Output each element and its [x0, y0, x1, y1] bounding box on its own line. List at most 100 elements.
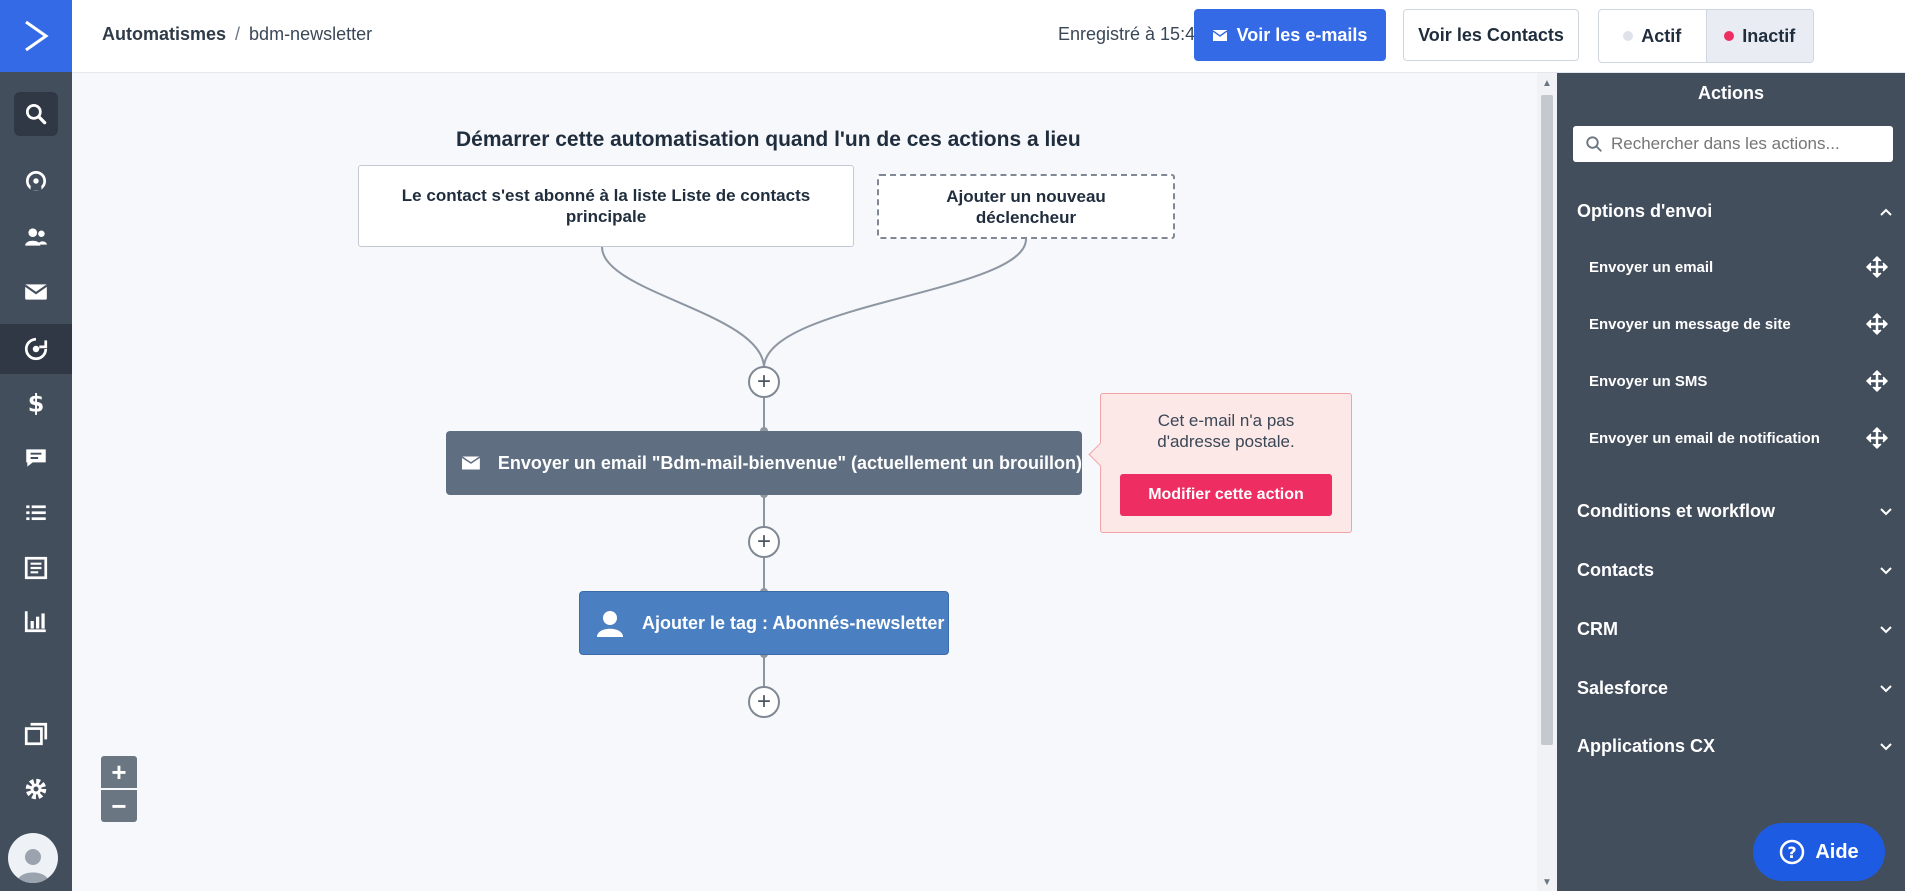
section-cx-apps[interactable]: Applications CX — [1577, 736, 1893, 757]
action-tag-label: Ajouter le tag : Abonnés-newsletter — [642, 612, 945, 633]
chevron-down-icon — [1880, 566, 1892, 574]
zoom-out-button[interactable]: − — [101, 790, 137, 822]
view-emails-label: Voir les e-mails — [1236, 24, 1368, 45]
automation-canvas[interactable]: Démarrer cette automatisation quand l'un… — [72, 73, 1537, 891]
mail-icon — [462, 456, 480, 470]
status-inactive-option[interactable]: Inactif — [1705, 10, 1813, 62]
view-contacts-button[interactable]: Voir les Contacts — [1403, 9, 1579, 61]
nav-settings[interactable] — [10, 766, 62, 812]
add-trigger-label: Ajouter un nouveau déclencheur — [946, 186, 1106, 227]
chevron-down-icon — [1880, 625, 1892, 633]
section-send-options[interactable]: Options d'envoi — [1577, 201, 1893, 222]
add-trigger-button[interactable]: Ajouter un nouveau déclencheur — [877, 174, 1175, 239]
chevron-up-icon — [1880, 208, 1892, 216]
nav-lists[interactable] — [10, 490, 62, 536]
edit-action-button[interactable]: Modifier cette action — [1120, 474, 1332, 516]
trigger-main-label: Le contact s'est abonné à la liste Liste… — [401, 186, 811, 226]
action-item-label: Envoyer un email — [1589, 258, 1714, 276]
breadcrumb-current: bdm-newsletter — [249, 24, 373, 44]
nav-contacts[interactable] — [10, 214, 62, 260]
chevron-down-icon — [1880, 507, 1892, 515]
actions-search — [1573, 126, 1893, 162]
canvas-title: Démarrer cette automatisation quand l'un… — [456, 128, 1081, 151]
nav-search[interactable] — [14, 92, 58, 136]
bar-chart-icon — [24, 611, 46, 633]
list-icon — [26, 505, 46, 521]
scroll-up-icon[interactable]: ▲ — [1541, 78, 1553, 90]
nav-deals[interactable]: $ — [10, 380, 62, 426]
drag-move-icon[interactable] — [1865, 312, 1889, 336]
warning-text: Cet e-mail n'a pas d'adresse postale. — [1157, 411, 1295, 451]
saved-status: Enregistré à 15:42 — [1058, 24, 1206, 44]
action-item-send-site-message[interactable]: Envoyer un message de site — [1589, 312, 1889, 336]
action-item-label: Envoyer un message de site — [1589, 315, 1791, 333]
section-label: Conditions et workflow — [1577, 501, 1775, 521]
status-active-option[interactable]: Actif — [1599, 10, 1706, 62]
actions-search-input[interactable] — [1609, 133, 1893, 155]
user-icon — [17, 849, 49, 883]
gear-icon — [25, 778, 47, 800]
status-active-label: Actif — [1641, 25, 1682, 46]
section-label: Salesforce — [1577, 678, 1669, 698]
nav-reports[interactable] — [10, 598, 62, 644]
action-item-send-email[interactable]: Envoyer un email — [1589, 255, 1889, 279]
dashboard-icon — [25, 170, 47, 192]
section-label: Contacts — [1577, 560, 1655, 580]
app-logo[interactable] — [0, 0, 72, 72]
breadcrumb-separator: / — [235, 24, 241, 44]
left-navigation: $ — [0, 0, 72, 891]
section-salesforce[interactable]: Salesforce — [1577, 678, 1893, 699]
nav-automations[interactable] — [0, 324, 72, 374]
search-icon — [1586, 136, 1602, 152]
contacts-icon — [25, 228, 47, 246]
form-icon — [24, 556, 48, 580]
active-dot-icon — [1623, 31, 1634, 41]
help-label: Aide — [1815, 840, 1859, 863]
logo-chevron-icon — [25, 20, 49, 52]
nav-conversations[interactable] — [10, 435, 62, 481]
canvas-scrollbar-thumb[interactable] — [1541, 95, 1553, 745]
scroll-down-icon[interactable]: ▼ — [1541, 877, 1553, 889]
section-label: CRM — [1577, 619, 1618, 639]
inactive-dot-icon — [1724, 31, 1735, 41]
action-item-send-sms[interactable]: Envoyer un SMS — [1589, 369, 1889, 393]
add-step-button-2[interactable]: + — [748, 526, 780, 558]
nav-windows[interactable] — [10, 711, 62, 757]
drag-move-icon[interactable] — [1865, 255, 1889, 279]
help-button[interactable]: ? Aide — [1753, 823, 1885, 881]
action-add-tag[interactable]: Ajouter le tag : Abonnés-newsletter — [579, 591, 949, 655]
breadcrumb-root[interactable]: Automatismes — [102, 24, 226, 44]
action-item-send-notification[interactable]: Envoyer un email de notification — [1589, 426, 1889, 450]
warning-popover: Cet e-mail n'a pas d'adresse postale. Mo… — [1088, 393, 1352, 533]
user-avatar[interactable] — [8, 833, 58, 883]
nav-dashboard[interactable] — [10, 158, 62, 204]
drag-move-icon[interactable] — [1865, 426, 1889, 450]
mail-icon — [24, 284, 48, 300]
view-emails-button[interactable]: Voir les e-mails — [1194, 9, 1386, 61]
contact-icon — [597, 611, 623, 637]
add-step-button-3[interactable]: + — [748, 686, 780, 718]
svg-text:$: $ — [28, 390, 45, 416]
svg-text:?: ? — [1788, 843, 1797, 862]
section-conditions-workflow[interactable]: Conditions et workflow — [1577, 501, 1893, 522]
action-email-label: Envoyer un email "Bdm-mail-bienvenue" (a… — [497, 452, 1082, 473]
chevron-down-icon — [1880, 684, 1892, 692]
nav-forms[interactable] — [10, 545, 62, 591]
section-crm[interactable]: CRM — [1577, 619, 1893, 640]
action-send-email[interactable]: Envoyer un email "Bdm-mail-bienvenue" (a… — [446, 431, 1082, 495]
windows-icon — [24, 722, 48, 746]
nav-campaigns[interactable] — [10, 269, 62, 315]
add-step-button-1[interactable]: + — [748, 366, 780, 398]
actions-panel-title: Actions — [1697, 83, 1764, 103]
section-send-options-label: Options d'envoi — [1577, 201, 1713, 221]
section-contacts[interactable]: Contacts — [1577, 560, 1893, 581]
action-item-label: Envoyer un email de notification — [1589, 429, 1820, 447]
actions-panel: Actions Options d'envoi Envoyer un email… — [1557, 73, 1905, 891]
zoom-in-button[interactable]: + — [101, 756, 137, 788]
drag-move-icon[interactable] — [1865, 369, 1889, 393]
chat-icon — [26, 449, 46, 467]
chevron-down-icon — [1880, 742, 1892, 750]
dollar-icon: $ — [28, 390, 45, 416]
trigger-list-subscribe[interactable]: Le contact s'est abonné à la liste Liste… — [358, 165, 854, 247]
breadcrumb: Automatismes / bdm-newsletter — [102, 24, 372, 45]
